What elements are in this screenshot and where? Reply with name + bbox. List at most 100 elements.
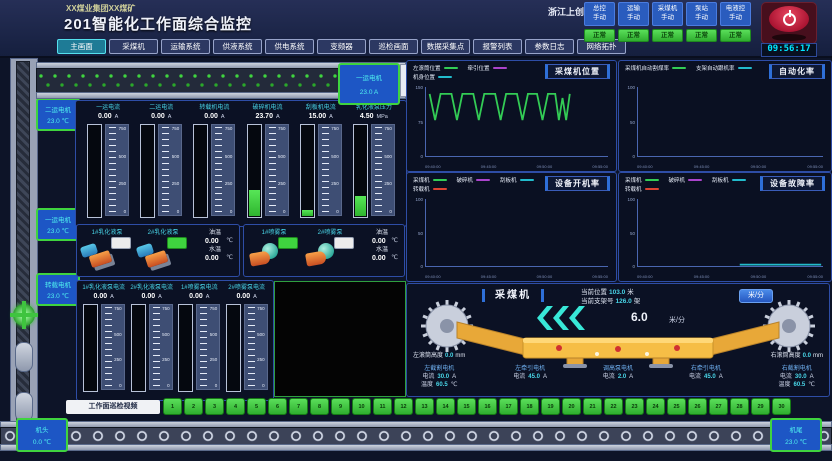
readout-value: 0.00℃	[193, 237, 233, 246]
control-state-button[interactable]: 正常	[686, 29, 717, 42]
conveyor-tail-box[interactable]: 机尾 23.0 ℃	[770, 418, 822, 452]
pump-card-1: 1#乳化液泵	[81, 227, 133, 274]
support-button-5[interactable]: 5	[247, 398, 266, 415]
control-state-button[interactable]: 正常	[652, 29, 683, 42]
control-state-button[interactable]: 正常	[618, 29, 649, 42]
rail-box-1[interactable]: 二运电机23.0 ℃	[36, 98, 80, 131]
support-button-3[interactable]: 3	[205, 398, 224, 415]
support-button-29[interactable]: 29	[751, 398, 770, 415]
support-button-7[interactable]: 7	[289, 398, 308, 415]
tab-bar: 主画面采煤机运输系统供液系统供电系统变频器巡检画面数据采集点报警列表参数日志网络…	[57, 39, 626, 54]
support-button-4[interactable]: 4	[226, 398, 245, 415]
motor-3: 调高泵电机电流2.0A	[603, 365, 633, 393]
control-name: 采煤机	[653, 4, 682, 13]
tab-10[interactable]: 参数日志	[525, 39, 574, 54]
gauge-scale: 7505002500	[318, 124, 342, 216]
page-title: 201智能化工作面综合监控	[64, 13, 252, 34]
motor-name: 左截割电机	[421, 365, 457, 373]
support-button-8[interactable]: 8	[310, 398, 329, 415]
legend-item: 左滚筒位置	[413, 64, 458, 72]
motor-name: 左牵引电机	[513, 365, 547, 373]
support-button-19[interactable]: 19	[541, 398, 560, 415]
control-mode-label: 运输手动	[618, 2, 649, 26]
support-button-21[interactable]: 21	[583, 398, 602, 415]
support-button-20[interactable]: 20	[562, 398, 581, 415]
legend-swatch	[645, 188, 659, 190]
support-button-row: 1234567891011121314151617181920212223242…	[163, 398, 791, 415]
legend-name: 破碎机	[457, 176, 474, 184]
support-button-15[interactable]: 15	[457, 398, 476, 415]
pump-station-panel: 1#乳化液泵2#乳化液泵油温0.00℃水温0.00℃	[76, 224, 240, 277]
support-button-24[interactable]: 24	[646, 398, 665, 415]
support-button-22[interactable]: 22	[604, 398, 623, 415]
support-button-14[interactable]: 14	[436, 398, 455, 415]
support-button-9[interactable]: 9	[331, 398, 350, 415]
tab-5[interactable]: 供电系统	[265, 39, 314, 54]
belt-motor-box[interactable]: 一运电机 23.0 A	[338, 63, 400, 105]
support-button-6[interactable]: 6	[268, 398, 287, 415]
support-button-16[interactable]: 16	[478, 398, 497, 415]
power-button[interactable]	[761, 2, 817, 44]
video-label: 工作面巡检视频	[66, 400, 160, 414]
legend: 左滚筒位置牵引位置机身位置	[413, 64, 540, 81]
support-button-11[interactable]: 11	[373, 398, 392, 415]
gauge-value: 0.00A	[236, 292, 256, 302]
video-feed[interactable]	[274, 281, 406, 397]
rail-box-value: 23.0 ℃	[38, 117, 78, 125]
legend-swatch	[688, 179, 702, 181]
rail-box-3[interactable]: 转载电机 23.0 ℃	[36, 273, 80, 306]
chart-title: 设备开机率	[545, 176, 610, 191]
support-button-2[interactable]: 2	[184, 398, 203, 415]
tab-3[interactable]: 运输系统	[161, 39, 210, 54]
tab-4[interactable]: 供液系统	[213, 39, 262, 54]
support-button-28[interactable]: 28	[730, 398, 749, 415]
motor-5: 右截割电机电流30.0A温度60.5℃	[779, 365, 815, 393]
motor-name: 右牵引电机	[689, 365, 723, 373]
control-state-button[interactable]: 正常	[720, 29, 751, 42]
support-button-10[interactable]: 10	[352, 398, 371, 415]
motor-readout: 电流2.0A	[603, 373, 633, 381]
legend-item: 破碎机	[457, 176, 491, 184]
legend-swatch	[672, 67, 686, 69]
control-state-button[interactable]: 正常	[584, 29, 615, 42]
support-button-12[interactable]: 12	[394, 398, 413, 415]
control-mode-label: 采煤机手动	[652, 2, 683, 26]
support-button-18[interactable]: 18	[520, 398, 539, 415]
support-button-1[interactable]: 1	[163, 398, 182, 415]
support-button-26[interactable]: 26	[688, 398, 707, 415]
legend-item: 机身位置	[413, 73, 452, 81]
support-button-17[interactable]: 17	[499, 398, 518, 415]
gauge-unit: MPa	[377, 114, 388, 120]
tab-1[interactable]: 主画面	[57, 39, 106, 54]
gauge-value: 15.00A	[309, 112, 333, 122]
gauge-value: 23.70A	[255, 112, 279, 122]
support-button-13[interactable]: 13	[415, 398, 434, 415]
chart-device-on-rate: 采煤机破碎机刮板机转载机设备开机率10050009:40:0009:45:000…	[406, 172, 617, 282]
control-strip: 总控手动正常运输手动正常采煤机手动正常泵站手动正常电液控手动正常	[584, 2, 751, 42]
main-gauge-2: 二运电流0.00A7505002500	[140, 104, 182, 226]
pump-gauge-4: 2#喷雾泵电流0.00A7505002500	[226, 284, 268, 400]
control-name: 总控	[585, 4, 614, 13]
gauge-unit: A	[168, 114, 172, 120]
tab-7[interactable]: 巡检画面	[369, 39, 418, 54]
gauge-unit: A	[276, 114, 280, 120]
legend-name: 左滚筒位置	[413, 64, 441, 72]
gauge-scale: 7505002500	[265, 124, 289, 216]
gauge-scale: 7505002500	[158, 124, 182, 216]
legend-name: 支架自动跟机率	[696, 64, 735, 72]
support-button-25[interactable]: 25	[667, 398, 686, 415]
main-gauge-5: 刮板机电流15.00A7505002500	[300, 104, 342, 226]
support-button-23[interactable]: 23	[625, 398, 644, 415]
conveyor-head-box[interactable]: 机头 0.0 ℃	[16, 418, 68, 452]
tab-6[interactable]: 变频器	[317, 39, 366, 54]
rail-box-label: 转载电机	[38, 279, 78, 289]
support-button-30[interactable]: 30	[772, 398, 791, 415]
rail-box-2[interactable]: 一运电机23.0 ℃	[36, 208, 80, 241]
legend-swatch	[645, 179, 659, 181]
support-button-27[interactable]: 27	[709, 398, 728, 415]
tab-9[interactable]: 报警列表	[473, 39, 522, 54]
pump-label: 2#乳化液泵	[137, 227, 189, 236]
tab-2[interactable]: 采煤机	[109, 39, 158, 54]
tab-8[interactable]: 数据采集点	[421, 39, 470, 54]
rail-box-value: 23.0 ℃	[38, 292, 78, 300]
